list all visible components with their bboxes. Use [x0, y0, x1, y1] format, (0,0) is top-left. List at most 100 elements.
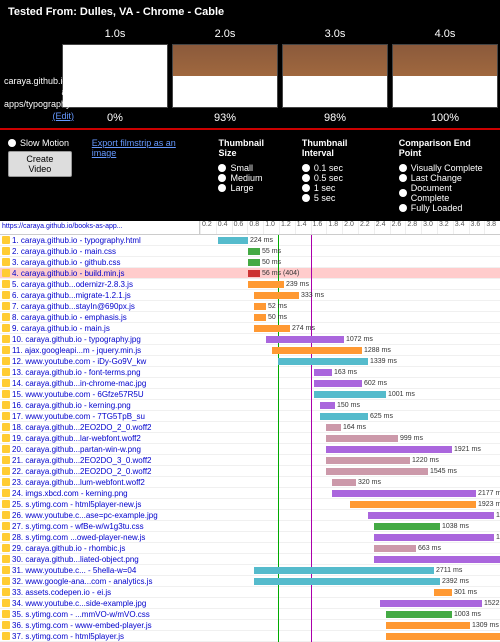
waterfall-row[interactable]: 35. s.ytimg.com - ...mmVO-w/mVO.css1003 … — [0, 609, 500, 620]
waterfall-row[interactable]: 8. caraya.github.io - emphasis.js50 ms — [0, 312, 500, 323]
lock-icon — [2, 478, 10, 486]
lock-icon — [2, 335, 10, 343]
waterfall-row[interactable]: 30. caraya.github...liated-object.png191… — [0, 554, 500, 565]
lock-icon — [2, 456, 10, 464]
waterfall-row[interactable]: 23. caraya.github...lum-webfont.woff2320… — [0, 477, 500, 488]
lock-icon — [2, 511, 10, 519]
lock-icon — [2, 610, 10, 618]
waterfall-row[interactable]: 20. caraya.github...partan-win-w.png1921… — [0, 444, 500, 455]
lock-icon — [2, 522, 10, 530]
waterfall-row[interactable]: 28. s.ytimg.com ...owed-player-new.js122… — [0, 532, 500, 543]
lock-icon — [2, 500, 10, 508]
lock-icon — [2, 379, 10, 387]
filmstrip-frame[interactable]: 2.0s93% — [172, 28, 278, 124]
lock-icon — [2, 291, 10, 299]
thumbnail — [172, 44, 278, 108]
waterfall-row[interactable]: 12. www.youtube.com - iDy-Go9V_kw1339 ms — [0, 356, 500, 367]
edit-link[interactable]: (Edit) — [52, 111, 74, 121]
waterfall-row[interactable]: 34. www.youtube.c...side-example.jpg1522… — [0, 598, 500, 609]
lock-icon — [2, 313, 10, 321]
waterfall-row[interactable]: 26. www.youtube.c...ase=pc-example.jpg19… — [0, 510, 500, 521]
lock-icon — [2, 324, 10, 332]
waterfall-row[interactable]: 25. s.ytimg.com - html5player-new.js1923… — [0, 499, 500, 510]
radio-option[interactable]: 1 sec — [302, 183, 379, 193]
lock-icon — [2, 247, 10, 255]
lock-icon — [2, 280, 10, 288]
lock-icon — [2, 269, 10, 277]
lock-icon — [2, 588, 10, 596]
waterfall-row[interactable]: 4. caraya.github.io - build.min.js56 ms … — [0, 268, 500, 279]
waterfall-row[interactable]: 27. s.ytimg.com - wfBe-w/w1g3tu.css1038 … — [0, 521, 500, 532]
lock-icon — [2, 434, 10, 442]
radio-option[interactable]: 0.5 sec — [302, 173, 379, 183]
radio-option[interactable]: 5 sec — [302, 193, 379, 203]
waterfall-row[interactable]: 31. www.youtube.c... - 5hella-w=042711 m… — [0, 565, 500, 576]
lock-icon — [2, 236, 10, 244]
lock-icon — [2, 423, 10, 431]
waterfall-row[interactable]: 33. assets.codepen.io - ei.js301 ms — [0, 587, 500, 598]
lock-icon — [2, 390, 10, 398]
filmstrip-label: 1: caraya.github.io/books-as-apps/typogr… — [4, 64, 74, 122]
waterfall-row[interactable]: 6. caraya.github...migrate-1.2.1.js333 m… — [0, 290, 500, 301]
waterfall-row[interactable]: 1. caraya.github.io - typography.html224… — [0, 235, 500, 246]
lock-icon — [2, 533, 10, 541]
lock-icon — [2, 566, 10, 574]
radio-option[interactable]: Fully Loaded — [399, 203, 492, 213]
lock-icon — [2, 346, 10, 354]
lock-icon — [2, 401, 10, 409]
waterfall-row[interactable]: 3. caraya.github.io - github.css50 ms — [0, 257, 500, 268]
waterfall-row[interactable]: 11. ajax.googleapi...m - jquery.min.js12… — [0, 345, 500, 356]
lock-icon — [2, 544, 10, 552]
radio-option[interactable]: Last Change — [399, 173, 492, 183]
waterfall-row[interactable]: 22. caraya.github...2EO2DO_2_0.woff21545… — [0, 466, 500, 477]
lock-icon — [2, 412, 10, 420]
waterfall-row[interactable]: 5. caraya.github...odernizr-2.8.3.js239 … — [0, 279, 500, 290]
waterfall-row[interactable]: 14. caraya.github...in-chrome-mac.jpg602… — [0, 378, 500, 389]
waterfall-row[interactable]: 7. caraya.github...stayIn@690px.js52 ms — [0, 301, 500, 312]
lock-icon — [2, 302, 10, 310]
radio-option[interactable]: Small — [218, 163, 281, 173]
lock-icon — [2, 599, 10, 607]
waterfall-row[interactable]: 15. www.youtube.com - 6Gfze57R5U1001 ms — [0, 389, 500, 400]
lock-icon — [2, 357, 10, 365]
waterfall-row[interactable]: 24. imgs.xbcd.com - kerning.png2177 ms — [0, 488, 500, 499]
waterfall-row[interactable]: 13. caraya.github.io - font-terms.png163… — [0, 367, 500, 378]
waterfall-chart: https://caraya.github.io/books-as-app...… — [0, 221, 500, 642]
lock-icon — [2, 368, 10, 376]
lock-icon — [2, 632, 10, 640]
endpoint-group: Comparison End Point Visually CompleteLa… — [399, 138, 492, 213]
radio-option[interactable]: 0.1 sec — [302, 163, 379, 173]
export-filmstrip-link[interactable]: Export filmstrip as an image — [92, 138, 199, 158]
slow-motion-toggle[interactable]: Slow Motion — [8, 138, 72, 148]
lock-icon — [2, 621, 10, 629]
controls-row: Slow Motion Create Video Export filmstri… — [0, 130, 500, 221]
thumbnail-size-group: Thumbnail Size SmallMediumLarge — [218, 138, 281, 193]
lock-icon — [2, 577, 10, 585]
waterfall-row[interactable]: 17. www.youtube.com - 7TG5TpB_su625 ms — [0, 411, 500, 422]
waterfall-row[interactable]: 19. caraya.github...lar-webfont.woff2999… — [0, 433, 500, 444]
waterfall-row[interactable]: 16. caraya.github.io - kerning.png150 ms — [0, 400, 500, 411]
test-header: Tested From: Dulles, VA - Chrome - Cable — [0, 0, 500, 24]
radio-option[interactable]: Medium — [218, 173, 281, 183]
waterfall-row[interactable]: 37. s.ytimg.com - html5player.js2009 ms — [0, 631, 500, 642]
radio-option[interactable]: Large — [218, 183, 281, 193]
waterfall-row[interactable]: 36. s.ytimg.com - www-embed-player.js130… — [0, 620, 500, 631]
create-video-button[interactable]: Create Video — [8, 151, 72, 177]
thumbnail-interval-group: Thumbnail Interval 0.1 sec0.5 sec1 sec5 … — [302, 138, 379, 203]
waterfall-row[interactable]: 29. caraya.github.io - rhombic.js663 ms — [0, 543, 500, 554]
waterfall-row[interactable]: 9. caraya.github.io - main.js274 ms — [0, 323, 500, 334]
waterfall-row[interactable]: 18. caraya.github...2EO2DO_2_0.woff2164 … — [0, 422, 500, 433]
lock-icon — [2, 467, 10, 475]
waterfall-row[interactable]: 32. www.google-ana...com - analytics.js2… — [0, 576, 500, 587]
radio-option[interactable]: Document Complete — [399, 183, 492, 203]
lock-icon — [2, 555, 10, 563]
waterfall-row[interactable]: 10. caraya.github.io - typography.jpg107… — [0, 334, 500, 345]
lock-icon — [2, 258, 10, 266]
waterfall-ruler: https://caraya.github.io/books-as-app...… — [0, 221, 500, 235]
radio-option[interactable]: Visually Complete — [399, 163, 492, 173]
waterfall-row[interactable]: 2. caraya.github.io - main.css55 ms — [0, 246, 500, 257]
filmstrip-frame[interactable]: 3.0s98% — [282, 28, 388, 124]
filmstrip-frame[interactable]: 4.0s100% — [392, 28, 498, 124]
waterfall-row[interactable]: 21. caraya.github...2EO2DO_3_0.woff21220… — [0, 455, 500, 466]
thumbnail — [282, 44, 388, 108]
